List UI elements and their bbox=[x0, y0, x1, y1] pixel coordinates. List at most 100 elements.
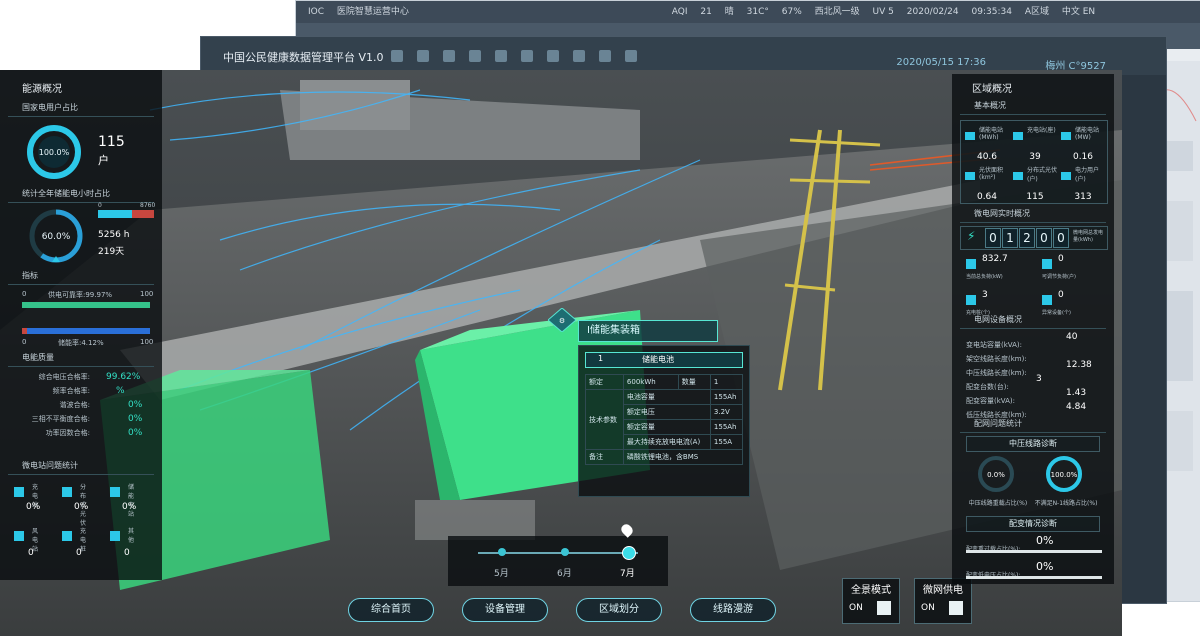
alert-icon bbox=[1042, 295, 1052, 305]
reliability-label: 供电可靠率:99.97% bbox=[48, 291, 113, 299]
kpi-cell: 3 充电桩(个) bbox=[966, 290, 990, 316]
storage-hours-value: 60.0% bbox=[42, 232, 71, 242]
wind: 西北风一级 bbox=[814, 7, 860, 17]
nav-icon-4[interactable] bbox=[469, 50, 481, 62]
timeline-node[interactable] bbox=[498, 548, 506, 556]
popup-title: Ⅰ储能集装箱 bbox=[578, 320, 718, 342]
nav-home-button[interactable]: 综合首页 bbox=[348, 598, 434, 622]
date: 2020/02/24 bbox=[906, 7, 959, 17]
basic-title: 基本概况 bbox=[974, 101, 1006, 110]
nav-icon-8[interactable] bbox=[573, 50, 585, 62]
panorama-mode-switch[interactable]: 全景模式 ON bbox=[842, 578, 900, 624]
device-title: 电网设备概况 bbox=[974, 315, 1022, 324]
charge-station-icon bbox=[14, 487, 24, 497]
pq-row: 综合电压合格率: 99.62% bbox=[38, 372, 141, 382]
transformer-bar-row: 配变低电压占比(%):0% bbox=[966, 560, 1106, 588]
nav-region-button[interactable]: 区域划分 bbox=[576, 598, 662, 622]
storage-hours: 5256 h bbox=[98, 230, 130, 240]
nav-icon-2[interactable] bbox=[417, 50, 429, 62]
nav-icon-1[interactable] bbox=[391, 50, 403, 62]
counter-label: 微电网总发电量(kWh) bbox=[1073, 230, 1104, 243]
left-panel-title: 能源概况 bbox=[22, 84, 62, 95]
area-select[interactable]: A区域 bbox=[1025, 7, 1049, 17]
section4-header: 电能质量 bbox=[8, 352, 154, 367]
back-app-code: IOC bbox=[308, 7, 325, 17]
issue-header: 配网问题统计 bbox=[960, 418, 1106, 433]
section4-title: 电能质量 bbox=[22, 353, 54, 362]
timeline-label[interactable]: 5月 bbox=[494, 566, 509, 579]
storage-rate-max: 100 bbox=[140, 338, 154, 346]
language-switch[interactable]: 中文 EN bbox=[1062, 7, 1095, 17]
cube-icon bbox=[949, 601, 963, 615]
nav-icon-9[interactable] bbox=[599, 50, 611, 62]
section5-header: 微电站问题统计 bbox=[8, 460, 154, 475]
microgrid-mode-switch[interactable]: 微网供电 ON bbox=[914, 578, 972, 624]
svg-text:⚙: ⚙ bbox=[559, 317, 565, 325]
nav-icon-6[interactable] bbox=[521, 50, 533, 62]
mid-nav-icons bbox=[391, 47, 651, 66]
hours-bar bbox=[98, 210, 154, 218]
timeline-label[interactable]: 7月 bbox=[620, 566, 635, 579]
device-row: 配变容量(kVA): 1.43 bbox=[966, 388, 1087, 405]
timeline-node-active[interactable] bbox=[622, 546, 636, 560]
pq-row: 频率合格率:% bbox=[52, 386, 125, 396]
station-item[interactable]: 充电桩 0 bbox=[62, 526, 86, 558]
n1-ring: 100.0% bbox=[1046, 456, 1082, 492]
microgrid-mode-state: ON bbox=[921, 603, 935, 613]
temperature: 31C° bbox=[746, 7, 769, 17]
pq-row: 谐波合格: 0% bbox=[59, 400, 143, 410]
nav-icon-7[interactable] bbox=[547, 50, 559, 62]
other-icon bbox=[110, 531, 120, 541]
stat-cell: 光伏面积(km²) 0.64 bbox=[965, 165, 1009, 202]
device-row: 中压线路长度(km): 12.38 bbox=[966, 360, 1092, 377]
storage-days: 219天 bbox=[98, 247, 125, 257]
power-quality-list: 综合电压合格率: 99.62% 频率合格率:% 谐波合格: 0% 三相不平衡度合格:… bbox=[10, 372, 150, 442]
mv-diagnosis-title: 中压线路诊断 bbox=[966, 436, 1100, 452]
timeline-node[interactable] bbox=[561, 548, 569, 556]
adjust-icon bbox=[1042, 259, 1052, 269]
nav-device-button[interactable]: 设备管理 bbox=[462, 598, 548, 622]
user-count: 115 bbox=[98, 134, 125, 150]
storage-rate-label: 储能率:4.12% bbox=[58, 339, 104, 347]
device-row: 架空线路长度(km): bbox=[966, 355, 1027, 363]
battery-icon bbox=[965, 132, 975, 140]
storage-hours-gauge: 60.0% bbox=[29, 209, 83, 263]
station-item[interactable]: 风电站 0 bbox=[14, 526, 38, 558]
nav-icon-3[interactable] bbox=[443, 50, 455, 62]
station-item[interactable]: 其他 0 bbox=[110, 526, 134, 558]
user-icon bbox=[1061, 172, 1071, 180]
nav-roaming-button[interactable]: 线路漫游 bbox=[690, 598, 776, 622]
nav-icon-5[interactable] bbox=[495, 50, 507, 62]
nav-icon-10[interactable] bbox=[625, 50, 637, 62]
user-gauge-value: 100.0% bbox=[39, 148, 70, 157]
cube-icon bbox=[877, 601, 891, 615]
stat-cell: 电力用户(户) 313 bbox=[1061, 165, 1105, 202]
user-unit: 户 bbox=[98, 154, 109, 167]
station-item[interactable]: 充电站 0% bbox=[14, 482, 40, 512]
wind-icon bbox=[14, 531, 24, 541]
platform-logo: 中国公民健康数据管理平台 V1.0 bbox=[223, 51, 384, 64]
popup-row: 备注 磷酸铁锂电池，含BMS bbox=[585, 449, 744, 465]
lightning-icon: ⚡ bbox=[967, 229, 976, 243]
storage-icon bbox=[110, 487, 120, 497]
timeline-label[interactable]: 6月 bbox=[557, 566, 572, 579]
mid-datetime: 2020/05/15 17:36 bbox=[896, 57, 986, 68]
generation-counter: ⚡ 0 1 2 0 0 微电网总发电量(kWh) bbox=[960, 226, 1108, 250]
svg-text:0.0%: 0.0% bbox=[987, 471, 1005, 479]
hours-bar-min: 0 bbox=[98, 202, 102, 209]
month-timeline: 5月 6月 7月 bbox=[448, 536, 668, 586]
back-title-bar: IOC 医院智慧运营中心 AQI 21 晴 31C° 67% 西北风一级 UV … bbox=[296, 1, 1200, 23]
back-app-name: 医院智慧运营中心 bbox=[336, 7, 409, 17]
popup-marker-icon[interactable]: ⚙ bbox=[547, 307, 577, 336]
counter-digit: 0 bbox=[1053, 228, 1069, 248]
counter-digit: 1 bbox=[1002, 228, 1018, 248]
load-icon bbox=[966, 259, 976, 269]
section1-header: 国家电用户占比 bbox=[8, 102, 154, 117]
section2-title: 统计全年储能电小时占比 bbox=[22, 189, 110, 198]
right-panel-title: 区域概况 bbox=[972, 84, 1012, 95]
reliability-bar bbox=[22, 302, 150, 308]
stat-cell: 分布式光伏(户) 115 bbox=[1013, 165, 1057, 202]
uv: UV 5 bbox=[872, 7, 894, 17]
station-item[interactable]: 分布式光伏 0% bbox=[62, 482, 88, 527]
station-item[interactable]: 储能电站 0% bbox=[110, 482, 136, 518]
